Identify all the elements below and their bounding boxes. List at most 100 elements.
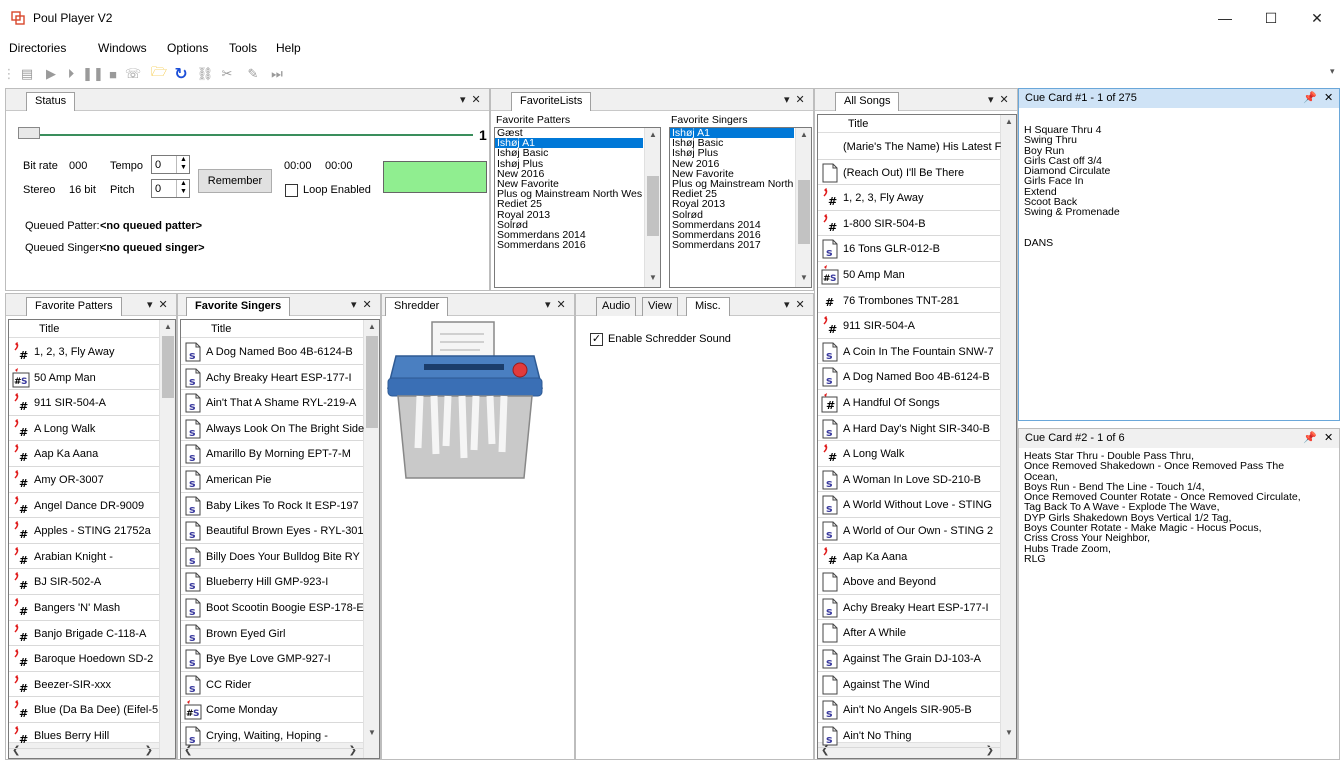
tab-view[interactable]: View bbox=[642, 297, 678, 316]
table-row[interactable]: # S 50 Amp Man bbox=[818, 262, 1000, 288]
cuecard1-text[interactable]: H Square Thru 4 Swing Thru Boy Run Girls… bbox=[1024, 125, 1334, 249]
enable-sound-checkbox[interactable]: ✓ bbox=[590, 333, 603, 346]
tempo-stepper[interactable]: 0 ▲ ▼ bbox=[151, 155, 190, 174]
list-item[interactable]: Plus og Mainstream North bbox=[670, 179, 794, 189]
shredder-image-icon[interactable] bbox=[384, 318, 546, 482]
table-row[interactable]: # Apples - STING 21752a bbox=[9, 518, 159, 544]
table-row[interactable]: s A Dog Named Boo 4B-6124-B bbox=[818, 364, 1000, 390]
table-row[interactable]: s A Dog Named Boo 4B-6124-B bbox=[181, 339, 363, 365]
menu-options[interactable]: Options bbox=[167, 41, 208, 55]
table-row[interactable]: s Boot Scootin Boogie ESP-178-E bbox=[181, 595, 364, 621]
list-item[interactable]: New 2016 bbox=[495, 169, 643, 179]
table-row[interactable]: # A Long Walk bbox=[9, 416, 159, 442]
table-row[interactable]: # Arabian Knight - bbox=[9, 544, 159, 570]
cuecard1-close-icon[interactable]: ✕ bbox=[1324, 91, 1333, 104]
list-item[interactable]: Ishøj Plus bbox=[495, 159, 643, 169]
folder-open-icon[interactable]: 🗁 bbox=[150, 64, 168, 82]
table-row[interactable]: # Bangers 'N' Mash bbox=[9, 595, 159, 621]
panel-close-icon[interactable]: ✕ bbox=[796, 299, 805, 311]
allsongs-grid[interactable]: Title ▲ ▼ ❮ ❯ (Marie's The Name) His Lates… bbox=[817, 114, 1017, 759]
minimize-button[interactable]: — bbox=[1202, 0, 1248, 36]
table-row[interactable]: #911 SIR-504-A bbox=[9, 390, 159, 416]
panel-close-icon[interactable]: ✕ bbox=[472, 94, 481, 106]
table-row[interactable]: s A World Without Love - STING bbox=[818, 492, 1000, 518]
list-item[interactable]: Royal 2013 bbox=[670, 199, 794, 209]
table-row[interactable]: After A While bbox=[818, 620, 1000, 646]
panel-close-icon[interactable]: ✕ bbox=[159, 299, 168, 311]
tab-favorite-patters[interactable]: Favorite Patters bbox=[26, 297, 122, 316]
favsingers-grid[interactable]: Title ▲ ▼ ❮ ❯ sA Dog Named Boo 4B-6124-B s A… bbox=[180, 319, 380, 759]
table-row[interactable]: # BJ SIR-502-A bbox=[9, 569, 159, 595]
table-row[interactable]: # Angel Dance DR-9009 bbox=[9, 493, 159, 519]
table-row[interactable]: # Aap Ka Aana bbox=[9, 441, 159, 467]
table-row[interactable]: # Blues Berry Hill bbox=[9, 723, 159, 749]
pin-icon[interactable]: 📌 bbox=[1303, 431, 1317, 444]
play-next-icon[interactable]: ⏵ bbox=[62, 66, 80, 82]
panel-close-icon[interactable]: ✕ bbox=[363, 299, 372, 311]
table-row[interactable]: s Amarillo By Morning EPT-7-M bbox=[181, 441, 363, 467]
table-row[interactable]: # Amy OR-3007 bbox=[9, 467, 159, 493]
stop-icon[interactable]: ■ bbox=[104, 66, 122, 82]
table-row[interactable]: # A Long Walk bbox=[818, 441, 1000, 467]
table-row[interactable]: #1-800 SIR-504-B bbox=[818, 211, 1000, 237]
favorite-patters-listbox[interactable]: ▲ ▼ Gæst Ishøj A1 Ishøj Basic Ishøj Plus New 2… bbox=[494, 127, 661, 288]
table-row[interactable]: s 16 Tons GLR-012-B bbox=[818, 236, 1000, 262]
cuecard2-text[interactable]: Heats Star Thru - Double Pass Thru, Once… bbox=[1024, 451, 1334, 564]
table-row[interactable]: s Always Look On The Bright Side bbox=[181, 416, 364, 442]
column-header-title[interactable]: Title bbox=[211, 323, 231, 335]
list-item[interactable]: Ishøj Basic bbox=[495, 148, 643, 158]
list-item[interactable]: Plus og Mainstream North Wes bbox=[495, 189, 643, 199]
table-row[interactable]: s Ain't That A Shame RYL-219-A bbox=[181, 390, 363, 416]
table-row[interactable]: s A Hard Day's Night SIR-340-B bbox=[818, 416, 1000, 442]
list-item[interactable]: New Favorite bbox=[495, 179, 643, 189]
favorite-singers-listbox[interactable]: ▲ ▼ Ishøj A1 Ishøj Basic Ishøj Plus New 2016 N… bbox=[669, 127, 812, 288]
table-row[interactable]: # Blue (Da Ba Dee) (Eifel-5 bbox=[9, 697, 159, 723]
table-row[interactable]: s A Woman In Love SD-210-B bbox=[818, 467, 1000, 493]
list-item[interactable]: Sommerdans 2014 bbox=[670, 220, 794, 230]
table-row[interactable]: #76 Trombones TNT-281 bbox=[818, 288, 1000, 314]
table-row[interactable]: #1, 2, 3, Fly Away bbox=[9, 339, 159, 365]
list-item[interactable]: Sommerdans 2017 bbox=[670, 240, 794, 250]
table-row[interactable]: # S 50 Amp Man bbox=[9, 365, 159, 391]
panel-menu-icon[interactable]: ▾ bbox=[351, 299, 357, 311]
table-row[interactable]: s Billy Does Your Bulldog Bite RY bbox=[181, 544, 363, 570]
table-row[interactable]: s Crying, Waiting, Hoping - bbox=[181, 723, 363, 749]
menu-help[interactable]: Help bbox=[276, 41, 301, 55]
column-header-title[interactable]: Title bbox=[39, 323, 59, 335]
menu-directories[interactable]: Directories bbox=[9, 41, 66, 55]
table-row[interactable]: # S Come Monday bbox=[181, 697, 363, 723]
favpatters-grid[interactable]: Title ▲ ❮ ❯ #1, 2, 3, Fly Away # S 50 Amp Ma… bbox=[8, 319, 176, 759]
loop-checkbox[interactable] bbox=[285, 184, 298, 197]
maximize-button[interactable]: ☐ bbox=[1248, 0, 1294, 36]
list-item[interactable]: Sommerdans 2014 bbox=[495, 230, 643, 240]
next-track-icon[interactable]: ⏭ bbox=[268, 66, 286, 82]
play-icon[interactable]: ▶ bbox=[42, 66, 60, 82]
table-row[interactable]: s Brown Eyed Girl bbox=[181, 621, 363, 647]
table-row[interactable]: s CC Rider bbox=[181, 672, 363, 698]
table-row[interactable]: Against The Wind bbox=[818, 672, 1000, 698]
list-item[interactable]: New Favorite bbox=[670, 169, 794, 179]
table-row[interactable]: #1, 2, 3, Fly Away bbox=[818, 185, 1000, 211]
table-row[interactable]: # Aap Ka Aana bbox=[818, 544, 1000, 570]
list-item[interactable]: Ishøj Basic bbox=[670, 138, 794, 148]
tab-misc[interactable]: Misc. bbox=[686, 297, 730, 316]
table-row[interactable]: s A World of Our Own - STING 2 bbox=[818, 518, 1000, 544]
list-item[interactable]: Ishøj A1 bbox=[670, 128, 794, 139]
table-row[interactable]: s Ain't No Thing bbox=[818, 723, 1000, 749]
pause-icon[interactable]: ❚❚ bbox=[82, 66, 104, 82]
table-row[interactable]: # Banjo Brigade C-118-A bbox=[9, 621, 159, 647]
list-icon[interactable]: ▤ bbox=[18, 66, 36, 82]
panel-close-icon[interactable]: ✕ bbox=[796, 94, 805, 106]
table-row[interactable]: Above and Beyond bbox=[818, 569, 1000, 595]
pin-icon[interactable]: 📌 bbox=[1303, 91, 1317, 104]
close-button[interactable]: ✕ bbox=[1294, 0, 1340, 36]
panel-menu-icon[interactable]: ▾ bbox=[988, 94, 994, 106]
seek-bar-handle[interactable] bbox=[18, 127, 40, 139]
panel-menu-icon[interactable]: ▾ bbox=[784, 94, 790, 106]
list-item[interactable]: Solrød bbox=[670, 210, 794, 220]
pitch-stepper[interactable]: 0 ▲ ▼ bbox=[151, 179, 190, 198]
tab-allsongs[interactable]: All Songs bbox=[835, 92, 900, 111]
panel-menu-icon[interactable]: ▾ bbox=[460, 94, 466, 106]
table-row[interactable]: s American Pie bbox=[181, 467, 363, 493]
tab-shredder[interactable]: Shredder bbox=[385, 297, 449, 316]
